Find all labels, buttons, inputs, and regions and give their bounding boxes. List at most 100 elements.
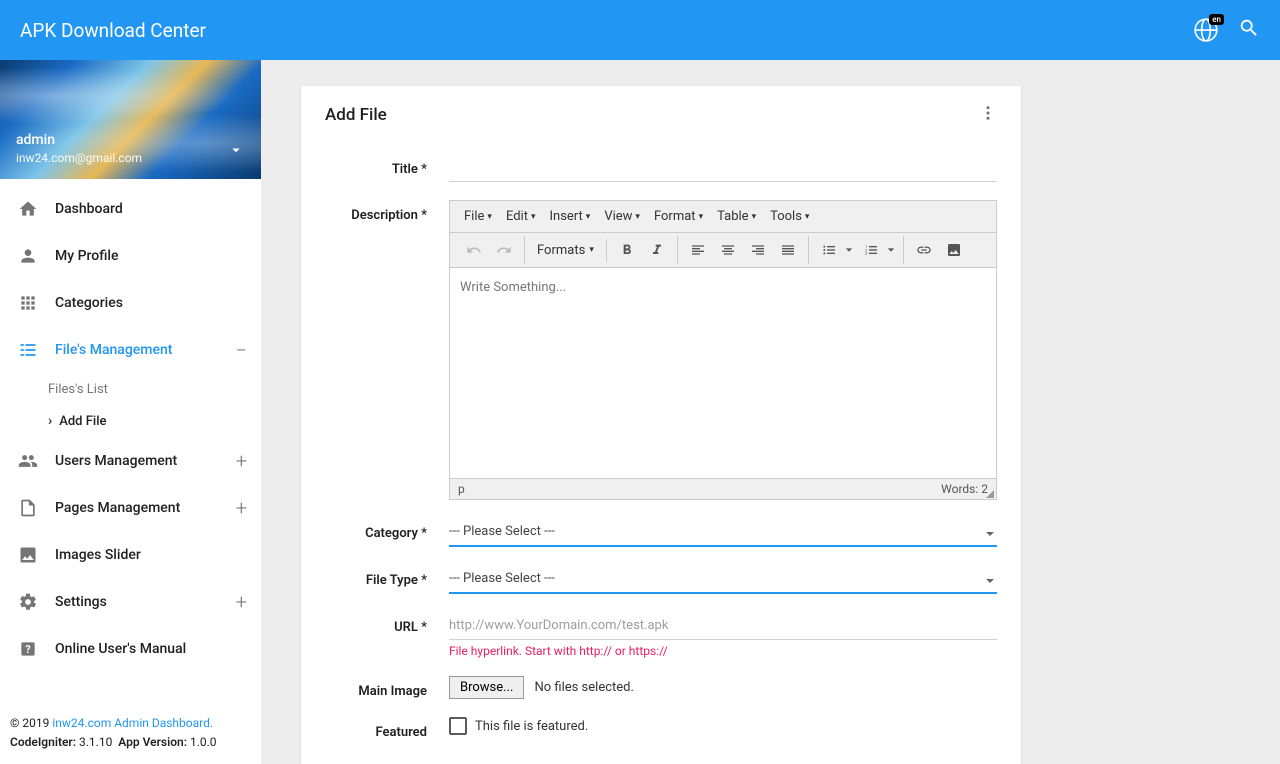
user-email: inw24.com@gmail.com: [16, 151, 245, 165]
sidebar-item-pages[interactable]: Pages Management +: [0, 484, 261, 531]
sidebar-item-users[interactable]: Users Management +: [0, 437, 261, 484]
editor-menu-view[interactable]: View▾: [598, 205, 646, 228]
image-insert-button[interactable]: [940, 236, 968, 264]
editor-menu-edit[interactable]: Edit▾: [500, 205, 542, 228]
search-icon: [1238, 17, 1260, 39]
editor-menu-file[interactable]: File▾: [458, 205, 498, 228]
sidebar-item-manual[interactable]: ? Online User's Manual: [0, 625, 261, 672]
sidebar: admin inw24.com@gmail.com Dashboard My P…: [0, 60, 261, 764]
align-left-button[interactable]: [684, 236, 712, 264]
align-center-icon: [720, 242, 736, 258]
editor-wordcount: Words: 2: [941, 482, 988, 496]
user-name: admin: [16, 132, 245, 148]
bullet-list-button[interactable]: [815, 236, 843, 264]
expand-icon: +: [236, 592, 247, 612]
rich-text-editor: File▾ Edit▾ Insert▾ View▾ Format▾ Table▾…: [449, 200, 997, 500]
mainimage-label: Main Image: [325, 676, 433, 699]
sidebar-user-panel[interactable]: admin inw24.com@gmail.com: [0, 60, 261, 179]
footer-link[interactable]: inw24.com Admin Dashboard.: [52, 716, 213, 730]
card-header: Add File: [301, 86, 1021, 144]
align-justify-button[interactable]: [774, 236, 802, 264]
url-helper: File hyperlink. Start with http:// or ht…: [449, 644, 997, 658]
italic-button[interactable]: [643, 236, 671, 264]
featured-text: This file is featured.: [475, 719, 588, 734]
link-button[interactable]: [910, 236, 938, 264]
card-more-button[interactable]: [979, 104, 997, 126]
formats-dropdown[interactable]: Formats▾: [531, 239, 600, 262]
bold-icon: [619, 242, 635, 258]
url-input[interactable]: [449, 612, 997, 640]
card-title: Add File: [325, 105, 387, 125]
align-left-icon: [690, 242, 706, 258]
sidebar-item-settings[interactable]: Settings +: [0, 578, 261, 625]
expand-icon: +: [236, 498, 247, 518]
editor-menu-table[interactable]: Table▾: [711, 205, 762, 228]
sidebar-sub-add-file[interactable]: ›Add File: [48, 405, 261, 437]
redo-button[interactable]: [490, 236, 518, 264]
collapse-icon: −: [236, 340, 247, 360]
svg-text:?: ?: [25, 643, 30, 656]
featured-label: Featured: [325, 717, 433, 740]
chevron-down-icon: [227, 141, 245, 163]
undo-button[interactable]: [460, 236, 488, 264]
description-label: Description *: [325, 200, 433, 223]
align-center-button[interactable]: [714, 236, 742, 264]
topbar: APK Download Center en: [0, 0, 1280, 60]
filetype-select[interactable]: --- Please Select ---: [449, 565, 997, 594]
resize-handle-icon[interactable]: [984, 488, 994, 498]
language-switcher[interactable]: en: [1192, 16, 1220, 44]
italic-icon: [649, 242, 665, 258]
sidebar-item-label: Users Management: [55, 453, 177, 469]
editor-menu-insert[interactable]: Insert▾: [543, 205, 596, 228]
undo-icon: [466, 242, 482, 258]
file-status-text: No files selected.: [534, 680, 633, 695]
sidebar-item-label: Dashboard: [55, 201, 123, 217]
sidebar-item-images[interactable]: Images Slider: [0, 531, 261, 578]
title-input[interactable]: [449, 154, 997, 182]
gear-icon: [16, 590, 40, 614]
sidebar-sub-files-list[interactable]: Files's List: [48, 373, 261, 405]
number-list-caret[interactable]: [885, 246, 897, 254]
bullet-list-caret[interactable]: [843, 246, 855, 254]
editor-textarea[interactable]: Write Something...: [450, 268, 996, 478]
lang-code-badge: en: [1209, 14, 1224, 25]
editor-toolbar: Formats▾: [450, 233, 996, 268]
align-right-button[interactable]: [744, 236, 772, 264]
featured-checkbox[interactable]: [449, 717, 467, 735]
url-label: URL *: [325, 612, 433, 635]
sidebar-item-label: Pages Management: [55, 500, 180, 516]
title-label: Title *: [325, 154, 433, 177]
browse-button[interactable]: Browse...: [449, 676, 524, 699]
sidebar-item-dashboard[interactable]: Dashboard: [0, 185, 261, 232]
sidebar-item-categories[interactable]: Categories: [0, 279, 261, 326]
sidebar-nav: Dashboard My Profile Categories File's M…: [0, 179, 261, 701]
editor-statusbar: p Words: 2: [450, 478, 996, 499]
people-icon: [16, 449, 40, 473]
file-icon: [16, 496, 40, 520]
align-justify-icon: [780, 242, 796, 258]
sidebar-item-files[interactable]: File's Management −: [0, 326, 261, 373]
link-icon: [916, 242, 932, 258]
filetype-label: File Type *: [325, 565, 433, 588]
editor-menu-format[interactable]: Format▾: [648, 205, 709, 228]
image-insert-icon: [946, 242, 962, 258]
sidebar-footer: © 2019 inw24.com Admin Dashboard. CodeIg…: [0, 701, 261, 764]
bold-button[interactable]: [613, 236, 641, 264]
search-button[interactable]: [1238, 17, 1260, 43]
editor-menu-tools[interactable]: Tools▾: [764, 205, 815, 228]
sidebar-item-label: File's Management: [55, 342, 172, 358]
sidebar-item-label: Settings: [55, 594, 107, 610]
main-content: Add File Title * Description * File▾ Edi…: [261, 60, 1280, 764]
sidebar-item-label: Categories: [55, 295, 123, 311]
sidebar-item-profile[interactable]: My Profile: [0, 232, 261, 279]
category-select[interactable]: --- Please Select ---: [449, 518, 997, 547]
number-list-button[interactable]: 123: [857, 236, 885, 264]
more-vert-icon: [979, 104, 997, 122]
brand-title: APK Download Center: [20, 19, 206, 42]
editor-path: p: [458, 482, 941, 496]
list-icon: [16, 338, 40, 362]
bullet-list-icon: [821, 242, 837, 258]
person-icon: [16, 244, 40, 268]
svg-text:3: 3: [865, 251, 867, 256]
home-icon: [16, 197, 40, 221]
